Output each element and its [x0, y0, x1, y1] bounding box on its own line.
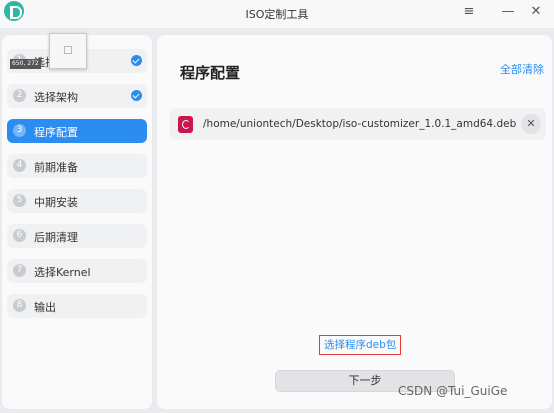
sidebar-item-5[interactable]: 5 中期安装 [7, 189, 147, 213]
debian-package-icon [178, 116, 193, 133]
sidebar-item-6[interactable]: 6 后期清理 [7, 224, 147, 248]
sidebar-item-label: 输出 [34, 301, 56, 314]
sidebar-item-3[interactable]: 3 程序配置 [7, 119, 147, 143]
remove-file-button[interactable]: ✕ [521, 114, 541, 134]
minimize-icon[interactable]: — [497, 2, 519, 22]
step-number: 8 [13, 299, 26, 312]
sidebar-item-4[interactable]: 4 前期准备 [7, 154, 147, 178]
sidebar-item-label: 选择Kernel [34, 266, 91, 279]
sidebar: 1 选择 2 选择架构 3 程序配置 4 前期准备 5 中期安装 6 后期清理 … [2, 35, 152, 409]
cursor-coordinates: 650, 272 [10, 59, 41, 69]
sidebar-item-label: 中期安装 [34, 196, 78, 209]
step-number: 5 [13, 194, 26, 207]
file-list-item: /home/uniontech/Desktop/iso-customizer_1… [170, 108, 546, 140]
sidebar-item-label: 选择架构 [34, 91, 78, 104]
page-title: 程序配置 [180, 64, 241, 82]
step-number: 4 [13, 159, 26, 172]
sidebar-item-label: 程序配置 [34, 126, 78, 139]
clear-all-link[interactable]: 全部清除 [500, 61, 544, 77]
check-circle-icon [131, 90, 142, 101]
sidebar-item-label: 前期准备 [34, 161, 78, 174]
step-number: 7 [13, 264, 26, 277]
watermark: CSDN @Tui_GuiGe [398, 384, 508, 398]
step-number: 3 [13, 124, 26, 137]
sidebar-item-2[interactable]: 2 选择架构 [7, 84, 147, 108]
drag-preview-tooltip [49, 33, 87, 69]
sidebar-item-7[interactable]: 7 选择Kernel [7, 259, 147, 283]
sidebar-item-8[interactable]: 8 输出 [7, 294, 147, 318]
menu-icon[interactable]: ≡ [458, 2, 480, 22]
file-path: /home/uniontech/Desktop/iso-customizer_1… [203, 118, 517, 130]
choose-deb-link[interactable]: 选择程序deb包 [319, 335, 402, 355]
sidebar-item-label: 后期清理 [34, 231, 78, 244]
step-number: 2 [13, 89, 26, 102]
main-panel: 程序配置 全部清除 /home/uniontech/Desktop/iso-cu… [157, 35, 552, 409]
step-number: 6 [13, 229, 26, 242]
close-icon[interactable]: ✕ [525, 2, 547, 22]
title-bar: ISO定制工具 ≡ — ✕ [0, 0, 554, 28]
file-icon [64, 46, 72, 54]
check-circle-icon [131, 55, 142, 66]
